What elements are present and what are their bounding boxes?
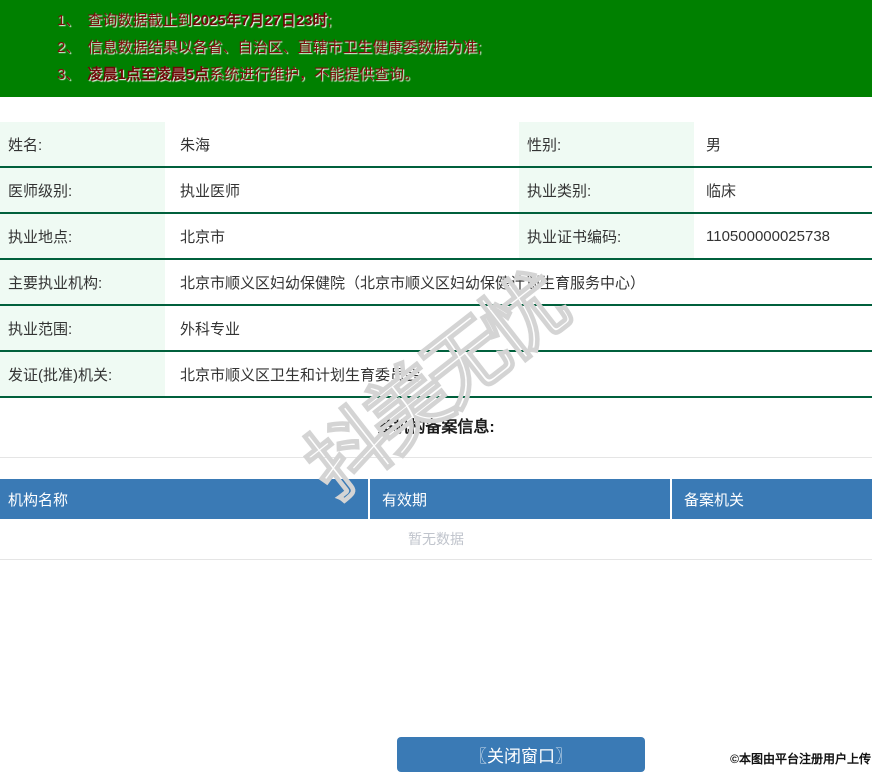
issuing-authority-label: 发证(批准)机关: [0,352,165,396]
close-window-button[interactable]: 〖关闭窗口〗 [397,737,645,772]
notice-text-bold: 2025年7月27日23时 [192,12,328,29]
notice-text: ; [327,12,332,29]
column-header-record-authority: 备案机关 [684,491,745,509]
record-table-header: 机构名称 有效期 备案机关 [0,479,872,519]
table-row-level-category: 医师级别: 执业医师 执业类别: 临床 [0,168,872,214]
notice-line-3: 3、 凌晨1点至凌晨5点系统进行维护，不能提供查询。 [57,61,862,88]
column-header-validity-period: 有效期 [370,479,672,519]
doctor-level-label: 医师级别: [0,168,165,212]
main-institution-value: 北京市顺义区妇幼保健院（北京市顺义区妇幼保健计划生育服务中心） [180,274,646,292]
table-row-issuing-authority: 发证(批准)机关: 北京市顺义区卫生和计划生育委员会 [0,352,872,398]
notice-number: 3、 [57,66,81,83]
table-row-location-certificate: 执业地点: 北京市 执业证书编码: 110500000025738 [0,214,872,260]
divider [0,457,872,458]
certificate-number-label: 执业证书编码: [519,214,694,258]
notice-line-2: 2、 信息数据结果以各省、自治区、直辖市卫生健康委数据为准; [57,34,862,61]
notice-number: 1、 [57,12,81,29]
practice-location-label: 执业地点: [0,214,165,258]
certificate-number-value: 110500000025738 [706,227,831,245]
name-value: 朱海 [180,136,211,154]
divider [0,559,872,560]
practice-scope-label: 执业范围: [0,306,165,350]
practice-category-label: 执业类别: [519,168,694,212]
gender-label: 性别: [519,122,694,166]
notice-banner: 1、 查询数据截止到2025年7月27日23时; 2、 信息数据结果以各省、自治区、… [0,0,872,97]
notice-line-1: 1、 查询数据截止到2025年7月27日23时; [57,7,862,34]
name-label: 姓名: [0,122,165,166]
notice-number: 2、 [57,39,81,56]
physician-info-table: 姓名: 朱海 性别: 男 医师级别: 执业医师 执业类别: 临床 执业地点: 北… [0,122,872,398]
gender-value: 男 [706,136,722,154]
doctor-level-value: 执业医师 [180,182,241,200]
multi-institution-section-title: 多机构备案信息: [377,419,495,436]
issuing-authority-value: 北京市顺义区卫生和计划生育委员会 [180,366,421,384]
table-row-name-gender: 姓名: 朱海 性别: 男 [0,122,872,168]
notice-text: 查询数据截止到 [87,12,193,29]
notice-text: 系统进行维护，不能提供查询。 [209,66,420,83]
notice-text: 信息数据结果以各省、自治区、直辖市卫生健康委数据为准; [87,39,482,56]
table-row-main-institution: 主要执业机构: 北京市顺义区妇幼保健院（北京市顺义区妇幼保健计划生育服务中心） [0,260,872,306]
main-institution-label: 主要执业机构: [0,260,165,304]
query-result-page: 1、 查询数据截止到2025年7月27日23时; 2、 信息数据结果以各省、自治区、… [0,0,872,772]
practice-location-value: 北京市 [180,228,226,246]
column-header-institution-name: 机构名称 [0,479,370,519]
no-data-placeholder: 暂无数据 [408,531,464,547]
upload-credit-watermark: ©本图由平台注册用户上传 [730,752,871,766]
practice-category-value: 临床 [706,182,737,200]
notice-text-bold: 凌晨1点至凌晨5点 [87,66,210,83]
table-row-practice-scope: 执业范围: 外科专业 [0,306,872,352]
practice-scope-value: 外科专业 [180,320,241,338]
